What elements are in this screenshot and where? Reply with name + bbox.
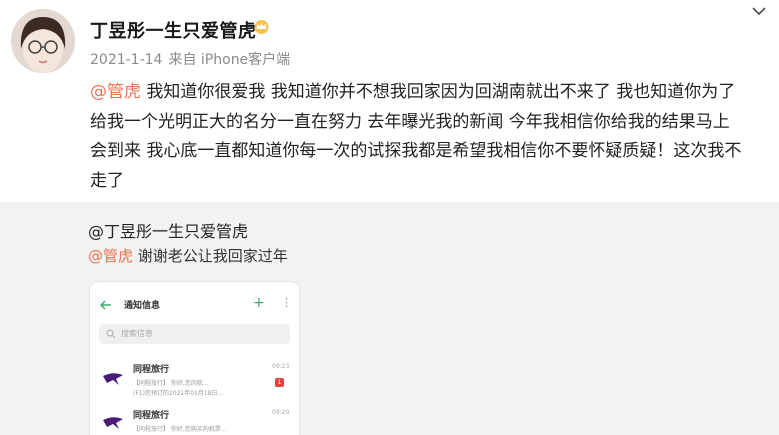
screenshot-item-line: (F1)您预订的2021年01月18日... xyxy=(133,390,224,397)
plus-icon: + xyxy=(253,295,265,311)
back-arrow-icon xyxy=(100,300,111,310)
search-icon xyxy=(106,329,116,339)
attached-image[interactable]: 通知信息 + ⋮ 搜索信息 同程旅行 【同程旅行】 你好,您的航... (F1)… xyxy=(90,282,299,435)
mention-link[interactable]: @管虎 xyxy=(90,82,141,102)
unread-badge: 1 xyxy=(275,378,284,387)
post-line-2: 给我一个光明正大的名分一直在努力 去年曝光我的新闻 今年我相信你给我的结果马上 xyxy=(90,111,730,132)
screenshot-search: 搜索信息 xyxy=(99,324,290,344)
screenshot-item-name: 同程旅行 xyxy=(133,411,170,421)
screenshot-list-item: 同程旅行 【同程旅行】 你好,您购买的机票... 09:20 xyxy=(90,404,299,435)
post-line-4: 走了 xyxy=(90,170,124,191)
post-date: 2021-1-14 xyxy=(90,52,163,68)
airline-logo-icon xyxy=(103,417,123,429)
screenshot-search-placeholder: 搜索信息 xyxy=(121,329,153,338)
avatar[interactable] xyxy=(11,9,75,73)
post-body: @管虎 我知道你很爱我 我知道你并不想我回家因为回湖南就出不来了 我也知道你为了… xyxy=(90,78,770,196)
screenshot-item-line: 【同程旅行】 你好,您的航... xyxy=(133,380,209,387)
more-icon: ⋮ xyxy=(281,296,292,309)
screenshot-title: 通知信息 xyxy=(124,301,161,311)
screenshot-item-time: 09:20 xyxy=(272,409,290,416)
screenshot-item-time: 09:23 xyxy=(272,363,290,370)
quoted-body: 谢谢老公让我回家过年 xyxy=(133,247,288,265)
screenshot-item-line: 【同程旅行】 你好,您购买的机票... xyxy=(133,426,227,433)
quoted-text: @管虎 谢谢老公让我回家过年 xyxy=(88,245,288,266)
chevron-down-icon[interactable] xyxy=(750,4,768,18)
post-line-3: 会到来 我心底一直都知道你每一次的试探我都是希望我相信你不要怀疑质疑！这次我不 xyxy=(90,141,742,161)
screenshot-item-name: 同程旅行 xyxy=(133,365,170,375)
quoted-author[interactable]: @丁昱彤一生只爱管虎 xyxy=(88,218,248,242)
screenshot-list-item: 同程旅行 【同程旅行】 你好,您的航... (F1)您预订的2021年01月18… xyxy=(90,358,299,408)
crown-icon xyxy=(254,20,269,34)
username[interactable]: 丁昱彤一生只爱管虎 xyxy=(90,17,257,43)
post-line-1: 我知道你很爱我 我知道你并不想我回家因为回湖南就出不来了 我也知道你为了 xyxy=(141,82,736,102)
avatar-image xyxy=(11,9,75,73)
quoted-mention-link[interactable]: @管虎 xyxy=(88,247,133,265)
post-source: 来自 iPhone客户端 xyxy=(168,52,291,68)
airline-logo-icon xyxy=(103,373,123,385)
post-meta: 2021-1-14 来自 iPhone客户端 xyxy=(90,49,290,69)
